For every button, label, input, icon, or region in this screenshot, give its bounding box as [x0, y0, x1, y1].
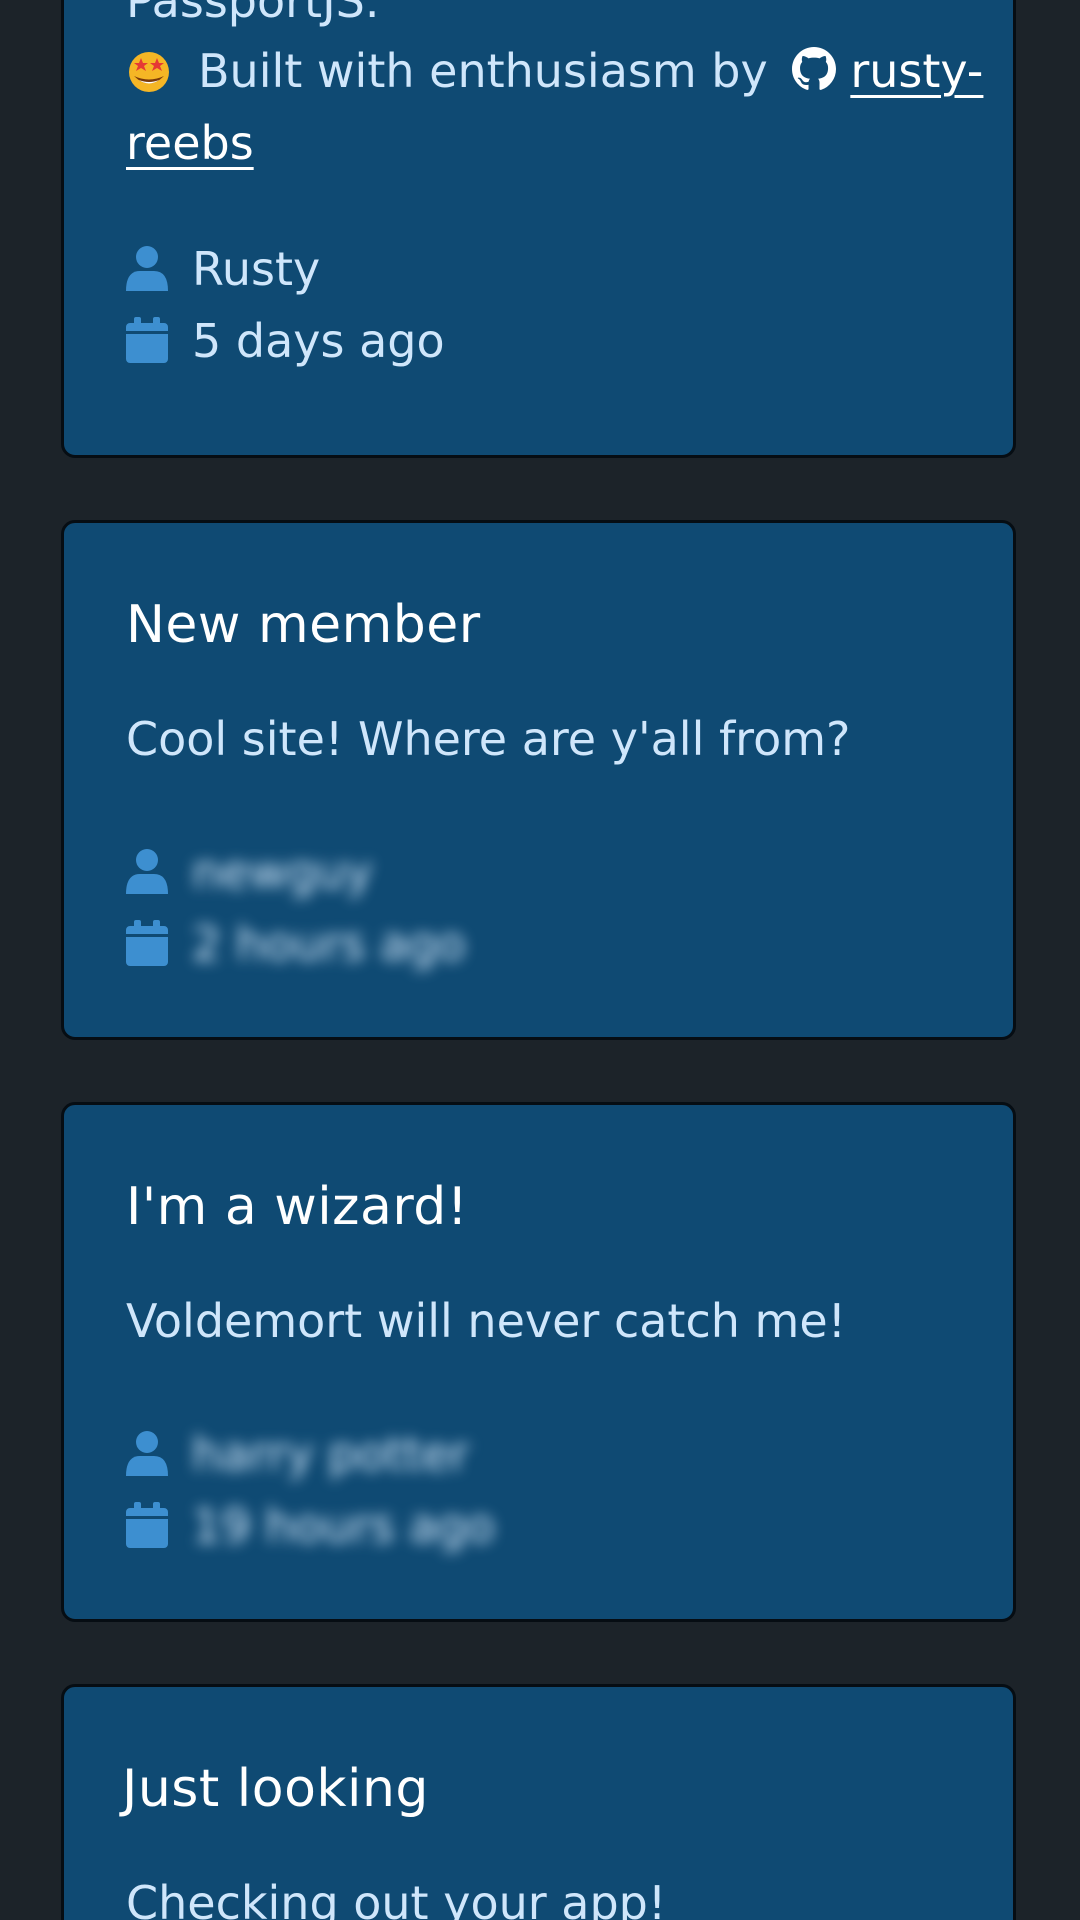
message-card: PassportJS. Built with enthusiasm by rus… [61, 0, 1016, 458]
author-row: Rusty [126, 233, 445, 305]
message-body: Voldemort will never catch me! [126, 1294, 847, 1348]
message-body: PassportJS. [126, 0, 380, 28]
user-icon [126, 849, 168, 894]
message-feed: PassportJS. Built with enthusiasm by rus… [0, 0, 1080, 1920]
post-date: 2 hours ago [192, 917, 466, 971]
message-card: Just looking Checking out your app! [61, 1684, 1016, 1920]
user-icon [126, 246, 168, 291]
date-row: 19 hours ago [126, 1490, 495, 1562]
message-title: Just looking [122, 1759, 429, 1819]
message-title: New member [126, 595, 481, 655]
date-row: 5 days ago [126, 305, 445, 377]
author-name: harry potter [192, 1427, 469, 1481]
author-row: newguy [126, 836, 465, 908]
message-card: New member Cool site! Where are y'all fr… [61, 520, 1016, 1040]
author-name: newguy [192, 845, 373, 899]
github-icon [792, 47, 837, 90]
message-card: I'm a wizard! Voldemort will never catch… [61, 1102, 1016, 1622]
message-body: Checking out your app! [126, 1876, 667, 1920]
post-date: 5 days ago [192, 314, 445, 368]
credit-text: Built with enthusiasm by [198, 44, 768, 98]
user-icon [126, 1431, 168, 1476]
calendar-icon [126, 317, 168, 363]
calendar-icon [126, 920, 168, 966]
message-title: I'm a wizard! [126, 1177, 469, 1237]
author-row: harry potter [126, 1418, 495, 1490]
message-body: Cool site! Where are y'all from? [126, 712, 851, 766]
credit-line: Built with enthusiasm by rusty-reebs [126, 35, 986, 179]
calendar-icon [126, 1502, 168, 1548]
star-struck-emoji-icon [129, 52, 169, 92]
author-name: Rusty [192, 242, 321, 296]
date-row: 2 hours ago [126, 908, 465, 980]
post-date: 19 hours ago [192, 1499, 495, 1553]
